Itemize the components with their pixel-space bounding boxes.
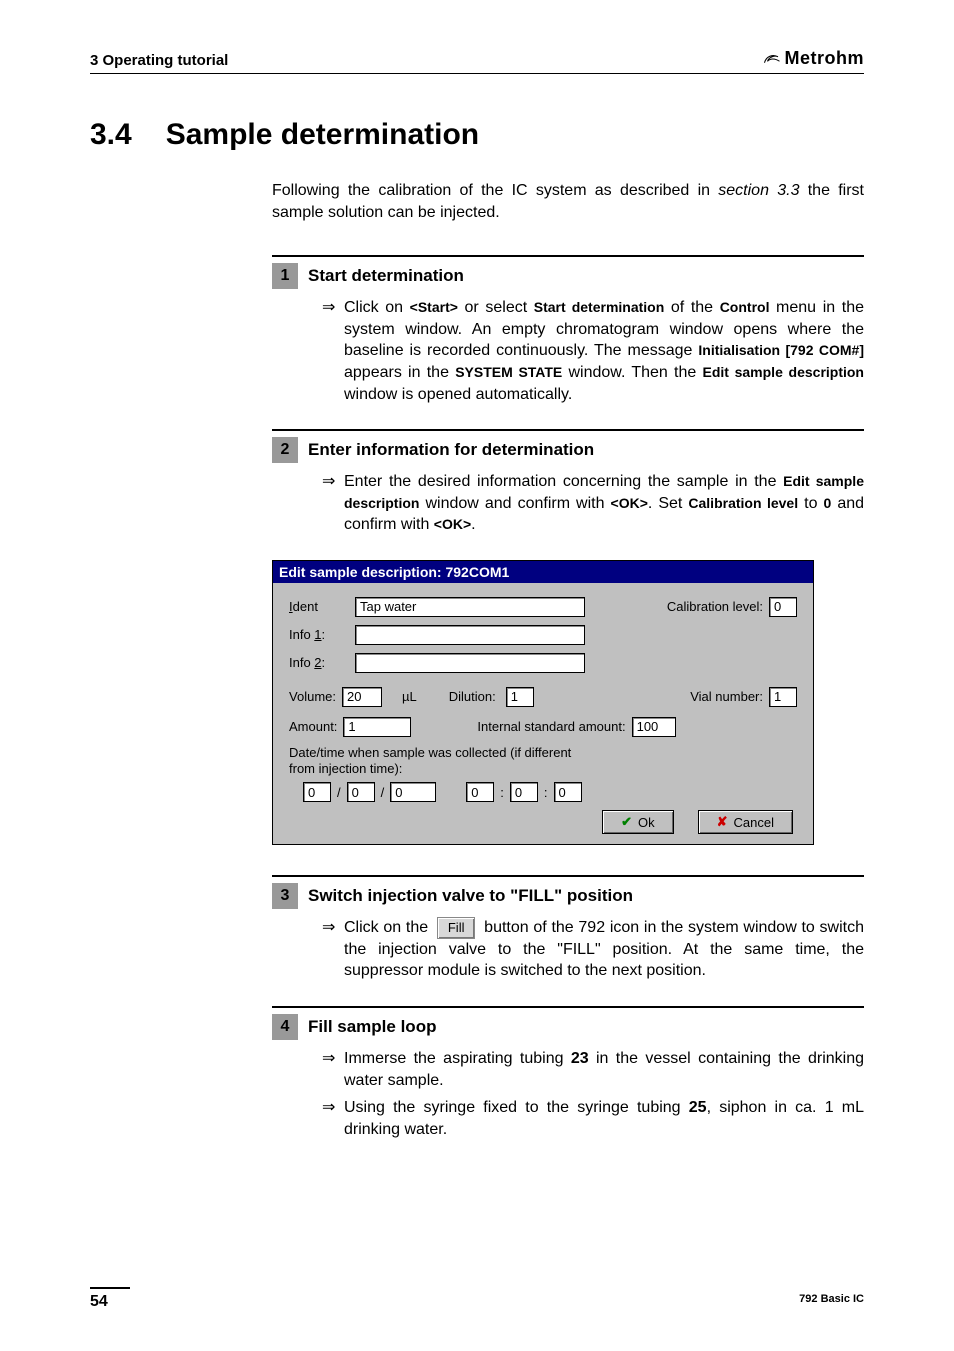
- amount-label: Amount:: [289, 719, 337, 734]
- info2-input[interactable]: [355, 653, 585, 673]
- section-heading: 3.4 Sample determination: [90, 118, 864, 152]
- fill-button[interactable]: Fill: [437, 917, 476, 939]
- chapter-label: 3 Operating tutorial: [90, 52, 228, 69]
- cal-level-input[interactable]: [769, 597, 797, 617]
- time-h-input[interactable]: [466, 782, 494, 802]
- running-header: 3 Operating tutorial Metrohm: [90, 48, 864, 74]
- step-item-text: Using the syringe fixed to the syringe t…: [344, 1097, 864, 1140]
- step-2: 2 Enter information for determination ⇒E…: [272, 429, 864, 536]
- cancel-label: Cancel: [734, 815, 774, 830]
- arrow-icon: ⇒: [322, 1048, 344, 1091]
- page-number: 54: [90, 1287, 130, 1311]
- intro-text: Following the calibration of the IC syst…: [272, 182, 718, 199]
- step-number: 2: [272, 437, 298, 463]
- ident-input[interactable]: [355, 597, 585, 617]
- vial-input[interactable]: [769, 687, 797, 707]
- arrow-icon: ⇒: [322, 917, 344, 982]
- brand-logo: Metrohm: [763, 48, 865, 69]
- step-item-text: Immerse the aspirating tubing 23 in the …: [344, 1048, 864, 1091]
- step-1: 1 Start determination ⇒Click on <Start> …: [272, 255, 864, 405]
- dialog-titlebar: Edit sample description: 792COM1: [273, 561, 813, 583]
- datetime-caption: Date/time when sample was collected (if …: [289, 745, 797, 776]
- step-item-text: Click on <Start> or select Start determi…: [344, 297, 864, 405]
- edit-sample-dialog: Edit sample description: 792COM1 Ident C…: [272, 560, 814, 845]
- date-year-input[interactable]: [390, 782, 436, 802]
- page-footer: 54 792 Basic IC: [90, 1287, 864, 1311]
- step-item-text: Enter the desired information concerning…: [344, 471, 864, 536]
- cal-level-label: Calibration level:: [667, 599, 763, 614]
- info2-label: Info 2:: [289, 655, 349, 670]
- doc-id: 792 Basic IC: [799, 1293, 864, 1305]
- ok-button[interactable]: ✔ Ok: [602, 810, 674, 834]
- section-title-text: Sample determination: [166, 118, 479, 152]
- step-title: Enter information for determination: [308, 437, 594, 463]
- step-title: Start determination: [308, 263, 464, 289]
- arrow-icon: ⇒: [322, 297, 344, 405]
- vial-label: Vial number:: [690, 689, 763, 704]
- step-number: 1: [272, 263, 298, 289]
- step-number: 3: [272, 883, 298, 909]
- metrohm-logo-icon: [763, 52, 781, 66]
- dilution-input[interactable]: [506, 687, 534, 707]
- step-4: 4 Fill sample loop ⇒Immerse the aspirati…: [272, 1006, 864, 1140]
- step-title: Switch injection valve to "FILL" positio…: [308, 883, 633, 909]
- info1-label: Info 1:: [289, 627, 349, 642]
- time-m-input[interactable]: [510, 782, 538, 802]
- volume-label: Volume:: [289, 689, 336, 704]
- step-number: 4: [272, 1014, 298, 1040]
- amount-input[interactable]: [343, 717, 411, 737]
- date-month-input[interactable]: [347, 782, 375, 802]
- isa-label: Internal standard amount:: [477, 719, 625, 734]
- intro-paragraph: Following the calibration of the IC syst…: [272, 180, 864, 223]
- dilution-label: Dilution:: [449, 689, 496, 704]
- check-icon: ✔: [621, 814, 632, 830]
- cancel-button[interactable]: ✘ Cancel: [698, 810, 793, 834]
- x-icon: ✘: [717, 814, 728, 830]
- step-title: Fill sample loop: [308, 1014, 436, 1040]
- arrow-icon: ⇒: [322, 471, 344, 536]
- ok-label: Ok: [638, 815, 655, 830]
- date-day-input[interactable]: [303, 782, 331, 802]
- info1-input[interactable]: [355, 625, 585, 645]
- arrow-icon: ⇒: [322, 1097, 344, 1140]
- datetime-row: / / : :: [303, 782, 797, 802]
- ident-label: Ident: [289, 599, 349, 614]
- unit-ul: µL: [402, 689, 417, 704]
- time-s-input[interactable]: [554, 782, 582, 802]
- volume-input[interactable]: [342, 687, 382, 707]
- brand-text: Metrohm: [785, 48, 865, 69]
- section-number: 3.4: [90, 118, 132, 152]
- step-item-text: Click on the Fill button of the 792 icon…: [344, 917, 864, 982]
- step-3: 3 Switch injection valve to "FILL" posit…: [272, 875, 864, 982]
- isa-input[interactable]: [632, 717, 676, 737]
- intro-ref: section 3.3: [718, 182, 799, 199]
